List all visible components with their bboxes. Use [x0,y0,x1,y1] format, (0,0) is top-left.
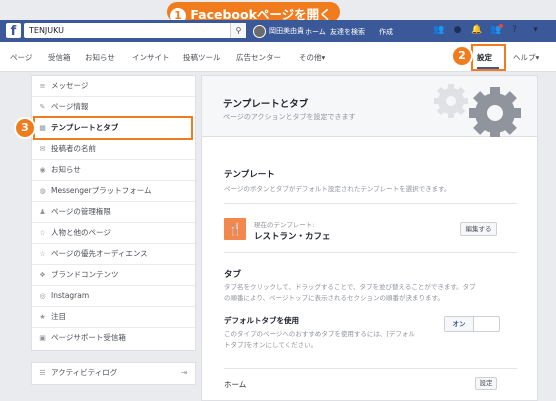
notification-badge [499,24,503,28]
nav-publishing-tools[interactable]: 投稿ツール [183,52,221,63]
messenger-icon: ◍ [39,187,46,195]
home-tab-settings-button[interactable]: 設定 [475,377,497,390]
profile-name: 岡田美由貴 [269,27,304,35]
tabs-section-desc-1: タブ名をクリックして、ドラッグすることで、タブを並び替えることができます。タブ [224,283,476,291]
sidebar-item-support-inbox[interactable]: ▣ ページサポート受信箱 [32,328,195,349]
handshake-icon: ❖ [39,271,46,279]
tabs-section-title: タブ [224,270,242,280]
current-template-name: レストラン・カフェ [254,232,331,242]
profile-link[interactable]: 岡田美由貴 [253,23,304,39]
sidebar-item-label: Instagram [51,291,90,300]
activity-log-panel: ☰ アクティビティログ ⇥ [31,362,196,385]
nav-help[interactable]: ヘルプ▾ [513,52,539,63]
chevron-down-icon[interactable]: ▾ [530,25,541,36]
template-section-title: テンプレート [224,170,275,180]
help-icon[interactable]: ? [509,25,520,36]
step2-highlight [471,44,506,71]
nav-page[interactable]: ページ [10,52,32,63]
sidebar-item-notifications[interactable]: ◉ お知らせ [32,160,195,181]
default-tabs-title: デフォルトタブを使用 [224,316,299,325]
audience-icon: ☆ [39,250,46,258]
divider [224,368,517,369]
page-description: ページのアクションとタブを設定できます [223,113,356,121]
attribution-icon: ✉ [39,145,46,153]
default-tabs-desc-2: トタブ]をオンにしてください。 [224,341,318,349]
friend-requests-icon[interactable]: 👥 [433,25,444,36]
sidebar-item-label: 投稿者の名前 [51,144,96,153]
main-content: テンプレートとタブ ページのアクションとタブを設定できます テンプレート ページ… [201,75,538,401]
sidebar-item-label: ページの管理権限 [51,207,111,216]
fork-knife-icon: 🍴 [224,218,246,240]
divider [224,203,517,204]
gears-icon [434,84,521,137]
messenger-icon[interactable]: ● [452,25,463,36]
template-section-desc: ページのボタンとタブがデフォルト設定されたテンプレートを選択できます。 [224,185,451,193]
sidebar-item-label: ページサポート受信箱 [51,333,126,342]
sidebar-item-post-attribution[interactable]: ✉ 投稿者の名前 [32,139,195,160]
sidebar-item-label: Messengerプラットフォーム [51,186,152,195]
person-icon: ♟ [39,208,46,216]
notifications-icon[interactable]: 🔔 [471,25,482,36]
default-tabs-desc-1: このタイプのページへのおすすめタブを使用するには、[デフォル [224,330,415,338]
find-friends-link[interactable]: 友達を検索 [330,27,365,37]
search-value: TENJUKU [29,26,65,35]
sidebar-item-messenger-platform[interactable]: ◍ Messengerプラットフォーム [32,181,195,202]
sidebar-item-label: 人物と他のページ [51,228,111,237]
page-title: テンプレートとタブ [223,99,309,110]
step3-highlight [33,116,193,140]
sidebar-item-activity-log[interactable]: ☰ アクティビティログ ⇥ [32,363,195,384]
current-template-label: 現在のテンプレート: [254,221,315,229]
sidebar-item-messages[interactable]: ≡ メッセージ [32,76,195,97]
nav-notifications[interactable]: お知らせ [85,52,115,63]
instagram-icon: ◎ [39,292,46,300]
sidebar-item-label: ページ情報 [51,102,89,111]
avatar [253,24,266,38]
globe-icon: ◉ [39,166,46,174]
sidebar-item-label: ページの優先オーディエンス [51,249,148,258]
tabs-section-desc-2: の順番により、ページトップに表示されるセクションの順番が決まります。 [224,294,444,302]
nav-inbox[interactable]: 受信箱 [48,52,71,63]
home-link[interactable]: ホーム [305,27,326,37]
sidebar-item-label: メッセージ [51,81,89,90]
search-icon[interactable]: ⚲ [230,23,246,38]
nav-insights[interactable]: インサイト [132,52,170,63]
sidebar-item-branded-content[interactable]: ❖ ブランドコンテンツ [32,265,195,286]
sidebar-item-people-pages[interactable]: ☆ 人物と他のページ [32,223,195,244]
inbox-icon: ▣ [39,334,46,342]
messages-icon: ≡ [39,82,46,90]
default-tabs-toggle[interactable]: オン [444,316,500,332]
sidebar-item-label: アクティビティログ [51,368,118,377]
divider [224,252,517,253]
step1-callout: 1 Facebookページを開く [167,2,340,24]
toggle-on-label: オン [445,317,474,331]
sidebar-item-page-roles[interactable]: ♟ ページの管理権限 [32,202,195,223]
people-star-icon: ☆ [39,229,46,237]
home-tab-label: ホーム [224,380,247,389]
create-link[interactable]: 作成 [379,27,393,37]
step3-number: 3 [14,117,36,139]
content-header: テンプレートとタブ ページのアクションとタブを設定できます [202,76,537,137]
sidebar-item-instagram[interactable]: ◎ Instagram [32,286,195,307]
list-icon: ☰ [39,369,46,377]
sidebar-item-label: お知らせ [51,165,81,174]
sidebar-item-featured[interactable]: ★ 注目 [32,307,195,328]
sidebar-item-label: ブランドコンテンツ [51,270,119,279]
search-input[interactable]: TENJUKU ⚲ [24,23,246,38]
nav-ad-center[interactable]: 広告センター [236,52,281,63]
edit-template-button[interactable]: 編集する [460,222,497,236]
export-icon[interactable]: ⇥ [181,363,187,383]
top-bar: f TENJUKU ⚲ 岡田美由貴 ホーム 友達を検索 作成 👥 ● 🔔 👥 ?… [0,20,556,42]
sidebar-item-preferred-audience[interactable]: ☆ ページの優先オーディエンス [32,244,195,265]
nav-more[interactable]: その他▾ [299,52,325,63]
star-icon: ★ [39,313,46,321]
pencil-icon: ✎ [39,103,46,111]
facebook-logo[interactable]: f [6,23,21,39]
sidebar-item-label: 注目 [51,312,66,321]
sidebar-item-page-info[interactable]: ✎ ページ情報 [32,97,195,118]
current-template: 🍴 現在のテンプレート: レストラン・カフェ 編集する [224,216,517,242]
step2-number: 2 [451,45,473,67]
